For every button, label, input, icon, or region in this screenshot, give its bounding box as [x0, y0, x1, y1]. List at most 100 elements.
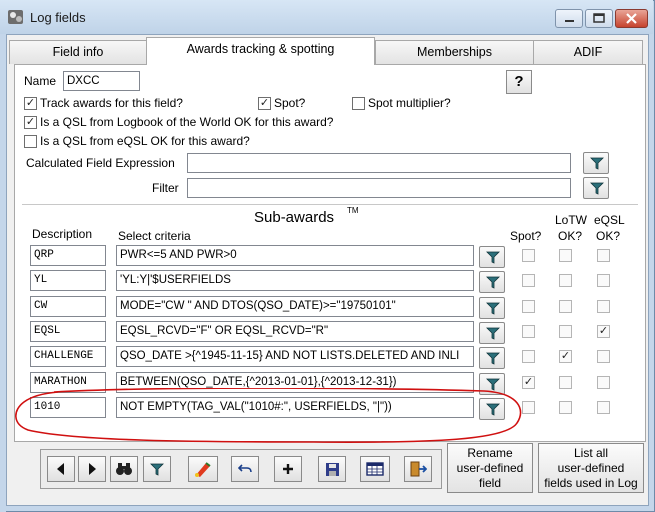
spot-multiplier-checkbox[interactable]	[352, 97, 365, 110]
tab-field-info[interactable]: Field info	[9, 40, 147, 64]
subaward-filter-button[interactable]	[479, 271, 505, 294]
subaward-criteria-field[interactable]: PWR<=5 AND PWR>0	[116, 245, 474, 266]
subaward-eqsl-checkbox[interactable]	[597, 400, 610, 414]
subaward-lotw-checkbox[interactable]	[559, 400, 572, 414]
filter-icon	[486, 327, 500, 340]
col-header-eqsl-2: OK?	[596, 229, 621, 243]
col-header-criteria: Select criteria	[118, 229, 191, 243]
col-header-spot: Spot?	[510, 229, 542, 243]
section-divider	[22, 204, 638, 205]
filter-field[interactable]	[187, 178, 571, 198]
subaward-lotw-checkbox[interactable]: ✓	[559, 350, 572, 364]
col-header-description: Description	[32, 227, 93, 241]
undo-button[interactable]	[231, 456, 259, 482]
subaward-eqsl-checkbox[interactable]	[597, 249, 610, 262]
exit-icon	[410, 461, 428, 477]
subaward-spot-checkbox[interactable]	[522, 249, 535, 262]
subaward-spot-checkbox[interactable]: ✓	[522, 375, 535, 389]
subaward-spot-checkbox[interactable]	[522, 350, 535, 364]
calc-expr-field[interactable]	[187, 153, 571, 173]
spot-multiplier-label: Spot multiplier?	[368, 96, 451, 110]
subaward-criteria-field[interactable]: EQSL_RCVD="F" OR EQSL_RCVD="R"	[116, 320, 474, 342]
subaward-description-field[interactable]: CW	[30, 295, 106, 317]
paint-button[interactable]	[188, 456, 218, 482]
list-button-line2: user-defined	[557, 461, 625, 475]
spot-label: Spot?	[274, 96, 306, 110]
save-button[interactable]	[318, 456, 346, 482]
subaward-eqsl-checkbox[interactable]	[597, 350, 610, 364]
filter-icon	[150, 463, 164, 476]
save-icon	[325, 463, 339, 476]
subaward-filter-button[interactable]	[479, 321, 505, 344]
col-header-eqsl-1: eQSL	[594, 213, 625, 227]
filter-label: Filter	[152, 181, 179, 195]
app-icon	[7, 8, 25, 26]
close-button[interactable]	[615, 9, 648, 28]
help-button[interactable]: ?	[506, 70, 532, 94]
filter-icon	[590, 182, 604, 195]
list-button-line1: List all	[573, 446, 608, 460]
filter-button[interactable]	[143, 456, 171, 482]
subaward-filter-button[interactable]	[479, 246, 505, 268]
name-field[interactable]: DXCC	[63, 71, 140, 91]
tab-adif[interactable]: ADIF	[533, 40, 643, 64]
lotw-ok-checkbox[interactable]: ✓	[24, 116, 37, 129]
window-title: Log fields	[30, 10, 86, 25]
subaward-eqsl-checkbox[interactable]	[597, 375, 610, 389]
red-annotation-circle	[15, 388, 522, 443]
undo-icon	[237, 464, 252, 473]
subaward-spot-checkbox[interactable]	[522, 299, 535, 313]
subaward-filter-button[interactable]	[479, 347, 505, 370]
subaward-lotw-checkbox[interactable]	[559, 249, 572, 262]
subaward-filter-button[interactable]	[479, 296, 505, 319]
add-button[interactable]	[274, 456, 302, 482]
subawards-title: Sub-awards	[254, 209, 335, 226]
subaward-description-field[interactable]: YL	[30, 270, 106, 292]
rename-user-defined-field-button[interactable]: Rename user-defined field	[447, 443, 533, 493]
name-label: Name	[24, 74, 57, 88]
subaward-criteria-field[interactable]: QSO_DATE >{^1945-11-15} AND NOT LISTS.DE…	[116, 346, 474, 368]
filter-builder-button[interactable]	[583, 177, 609, 199]
add-icon	[283, 464, 293, 474]
subaward-description-field[interactable]: CHALLENGE	[30, 346, 106, 368]
subaward-eqsl-checkbox[interactable]	[597, 274, 610, 288]
subaward-spot-checkbox[interactable]	[522, 274, 535, 288]
subaward-spot-checkbox[interactable]	[522, 324, 535, 338]
subaward-eqsl-checkbox[interactable]: ✓	[597, 324, 610, 338]
subaward-criteria-field[interactable]: MODE="CW " AND DTOS(QSO_DATE)>="19750101…	[116, 295, 474, 317]
subaward-lotw-checkbox[interactable]	[559, 299, 572, 313]
grid-view-button[interactable]	[360, 456, 390, 482]
exit-button[interactable]	[404, 456, 432, 482]
rename-button-line3: field	[478, 476, 501, 490]
next-record-button[interactable]	[78, 456, 106, 482]
title-bar[interactable]: Log fields	[0, 0, 653, 34]
eqsl-ok-checkbox[interactable]	[24, 135, 37, 148]
tab-memberships[interactable]: Memberships	[375, 40, 534, 64]
subaward-eqsl-checkbox[interactable]	[597, 299, 610, 313]
list-user-defined-fields-button[interactable]: List all user-defined fields used in Log	[538, 443, 644, 493]
prev-icon	[57, 463, 64, 475]
maximize-button[interactable]	[585, 9, 613, 28]
find-button[interactable]	[110, 456, 138, 482]
filter-icon	[486, 276, 500, 289]
subaward-lotw-checkbox[interactable]	[559, 324, 572, 338]
track-awards-label: Track awards for this field?	[40, 96, 183, 110]
filter-icon	[590, 157, 604, 170]
tab-awards-tracking[interactable]: Awards tracking & spotting	[146, 37, 375, 65]
paint-icon	[195, 462, 211, 477]
next-icon	[89, 463, 96, 475]
minimize-button[interactable]	[555, 9, 583, 28]
prev-record-button[interactable]	[47, 456, 75, 482]
filter-icon	[486, 251, 500, 264]
subaward-description-field[interactable]: EQSL	[30, 320, 106, 342]
calc-expr-filter-button[interactable]	[583, 152, 609, 174]
subaward-criteria-field[interactable]: 'YL:Y|'$USERFIELDS	[116, 270, 474, 292]
subaward-lotw-checkbox[interactable]	[559, 375, 572, 389]
subaward-lotw-checkbox[interactable]	[559, 274, 572, 288]
filter-icon	[486, 302, 500, 315]
rename-button-line2: user-defined	[456, 461, 524, 475]
spot-checkbox[interactable]: ✓	[258, 97, 271, 110]
track-awards-checkbox[interactable]: ✓	[24, 97, 37, 110]
grid-icon	[366, 462, 384, 476]
subaward-description-field[interactable]: QRP	[30, 245, 106, 266]
